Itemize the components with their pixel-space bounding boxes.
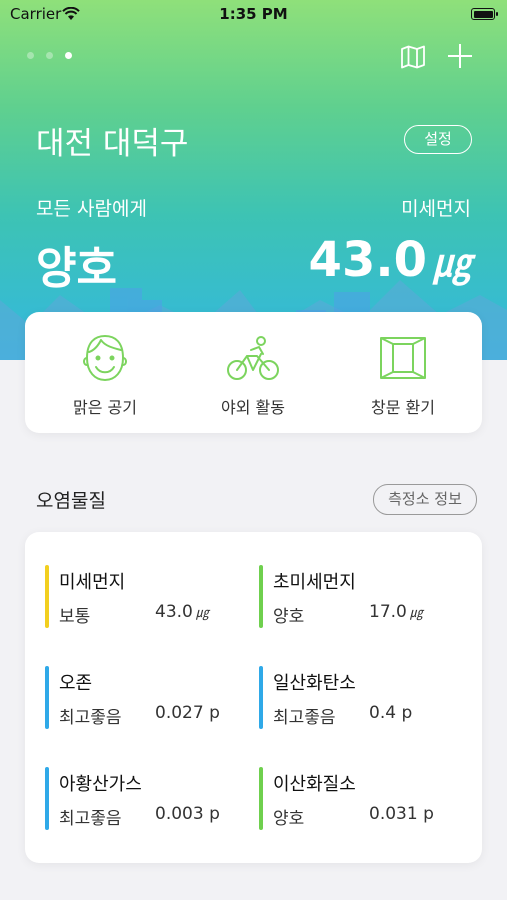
grade-color-bar (45, 565, 49, 628)
pollutant-value-number: 17.0 (369, 602, 407, 622)
grade-color-bar (259, 565, 263, 628)
pollutant-unit: ㎍ (409, 606, 423, 621)
activity-ventilation[interactable]: 창문 환기 (343, 330, 463, 418)
pollutant-grade: 최고좋음 (59, 708, 122, 728)
pollutant-name: 초미세먼지 (273, 572, 356, 593)
page-dot[interactable] (27, 52, 34, 59)
map-icon[interactable] (400, 44, 426, 70)
station-info-button[interactable]: 측정소 정보 (373, 484, 477, 515)
pollutant-name: 이산화질소 (273, 774, 356, 795)
activity-label: 맑은 공기 (73, 398, 137, 417)
pollutant-value: 0.003 p (155, 804, 220, 824)
hero-banner (0, 0, 507, 360)
grade-color-bar (259, 767, 263, 830)
activity-card: 맑은 공기 야외 활동 창문 환기 (25, 312, 482, 433)
section-title: 오염물질 (36, 490, 106, 512)
main-pollutant-label: 미세먼지 (401, 198, 471, 220)
page-dot-active[interactable] (65, 52, 72, 59)
grade-color-bar (259, 666, 263, 729)
activity-clean-air[interactable]: 맑은 공기 (45, 330, 165, 418)
air-quality-grade: 양호 (36, 243, 117, 294)
pollutant-grade: 최고좋음 (273, 708, 336, 728)
location-title: 대전 대덕구 (36, 126, 189, 162)
pollutant-grade: 보통 (59, 607, 91, 627)
pollutant-name: 미세먼지 (59, 572, 126, 593)
pollutant-co[interactable]: 일산화탄소 최고좋음 0.4 p (259, 666, 449, 729)
pollutant-no2[interactable]: 이산화질소 양호 0.031 p (259, 767, 449, 830)
pollutant-card: 미세먼지 보통 43.0 ㎍ 초미세먼지 양호 17.0 ㎍ 오존 최고좋음 0.0… (25, 532, 482, 863)
pollutant-name: 아황산가스 (59, 774, 142, 795)
pollutant-unit: ㎍ (195, 606, 209, 621)
main-value-unit: ㎍ (432, 240, 471, 285)
pollutant-value: 17.0 ㎍ (369, 602, 423, 622)
pollutant-so2[interactable]: 아황산가스 최고좋음 0.003 p (45, 767, 235, 830)
smiley-face-icon (83, 335, 127, 381)
settings-button[interactable]: 설정 (404, 125, 472, 154)
pollutant-value: 43.0 ㎍ (155, 602, 209, 622)
pollutant-pm10[interactable]: 미세먼지 보통 43.0 ㎍ (45, 565, 235, 628)
page-dot[interactable] (46, 52, 53, 59)
pollutant-value-number: 43.0 (155, 602, 193, 622)
battery-icon (471, 8, 498, 20)
activity-label: 창문 환기 (371, 398, 435, 417)
cyclist-icon (227, 336, 279, 380)
target-group-label: 모든 사람에게 (36, 198, 147, 220)
pollutant-value: 0.4 p (369, 703, 413, 723)
pollutant-ozone[interactable]: 오존 최고좋음 0.027 p (45, 666, 235, 729)
add-location-icon[interactable] (446, 42, 474, 70)
pollutant-grade: 양호 (273, 607, 305, 627)
activity-label: 야외 활동 (221, 398, 285, 417)
open-window-icon (380, 337, 426, 379)
page-indicator[interactable] (27, 52, 72, 59)
pollutant-name: 오존 (59, 673, 93, 694)
pollutant-value: 0.031 p (369, 804, 434, 824)
grade-color-bar (45, 767, 49, 830)
main-value: 43.0 ㎍ (309, 232, 471, 288)
grade-color-bar (45, 666, 49, 729)
main-value-number: 43.0 (308, 232, 427, 288)
activity-outdoor[interactable]: 야외 활동 (193, 330, 313, 418)
pollutant-name: 일산화탄소 (273, 673, 356, 694)
clock: 1:35 PM (219, 5, 288, 23)
status-bar: Carrier 1:35 PM (0, 0, 507, 30)
pollutant-pm25[interactable]: 초미세먼지 양호 17.0 ㎍ (259, 565, 449, 628)
pollutant-grade: 최고좋음 (59, 809, 122, 829)
pollutant-grade: 양호 (273, 809, 305, 829)
pollutant-value: 0.027 p (155, 703, 220, 723)
